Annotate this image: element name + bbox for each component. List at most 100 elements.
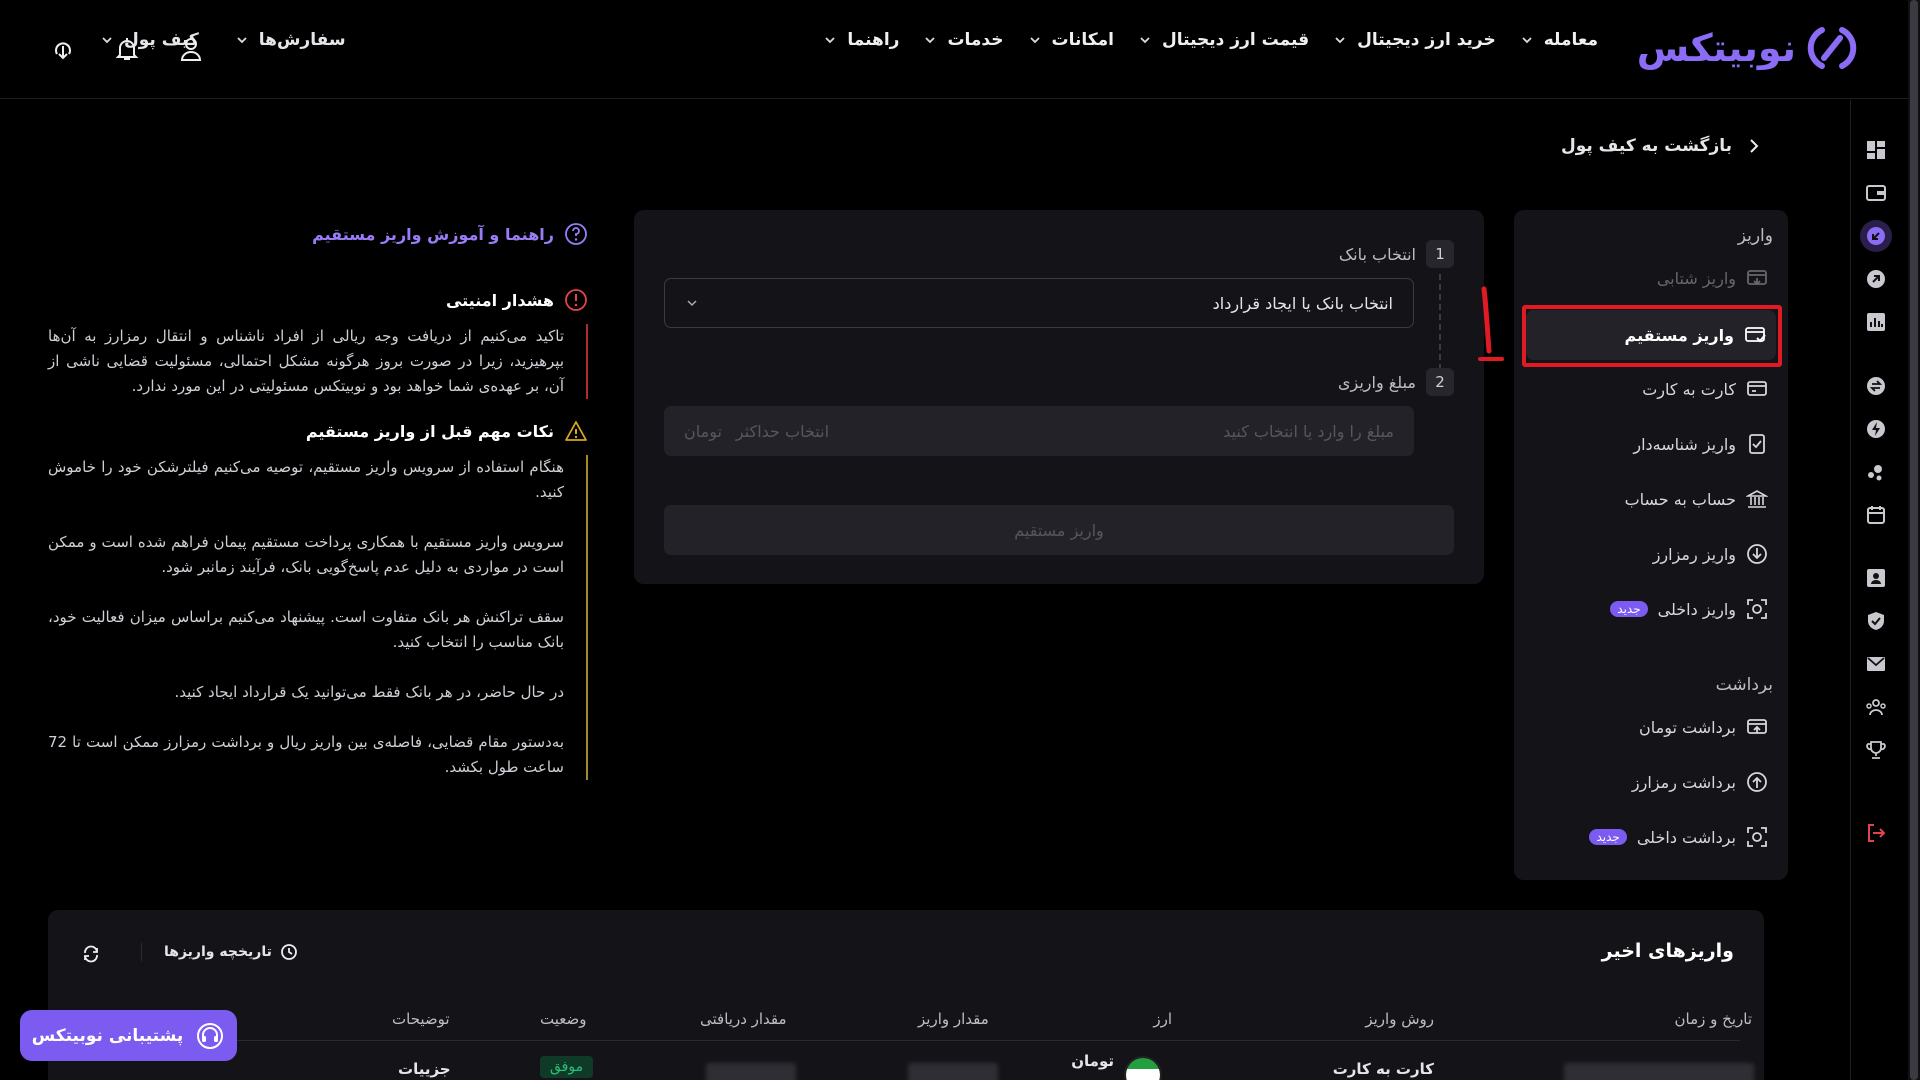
- trophy-icon[interactable]: [1860, 734, 1892, 766]
- redacted-amount: [908, 1063, 998, 1080]
- redacted-received: [706, 1063, 796, 1080]
- card-out-icon: [1747, 719, 1767, 734]
- direct-deposit-submit-button[interactable]: واریز مستقیم: [664, 505, 1454, 555]
- id-check-icon: [1749, 434, 1765, 454]
- security-paragraph: تاکید می‌کنیم از دریافت وجه ریالی از افر…: [48, 327, 564, 395]
- alert-circle-icon: [565, 289, 587, 311]
- select-max-button[interactable]: انتخاب حداکثر: [736, 422, 829, 441]
- menu-item-label: برداشت داخلی: [1636, 827, 1736, 847]
- dashboard-icon[interactable]: [1860, 134, 1892, 166]
- table-divider: [72, 1040, 1740, 1041]
- nav-help[interactable]: راهنما: [823, 30, 899, 50]
- deposit-heading: واریز: [1737, 226, 1773, 246]
- support-chat-button[interactable]: پشتیبانی نوبیتکس: [20, 1010, 237, 1061]
- tip-item: سقف تراکنش هر بانک متفاوت است. پیشنهاد م…: [48, 608, 564, 651]
- scan-icon: [1747, 827, 1767, 847]
- step-label: مبلغ واریزی: [1338, 372, 1416, 392]
- download-circle-icon: [1747, 544, 1767, 564]
- menu-item-id-deposit[interactable]: واریز شناسه‌دار: [1633, 433, 1768, 455]
- bank-select-value: انتخاب بانک یا ایجاد قرارداد: [1212, 293, 1393, 313]
- menu-item-crypto-withdraw[interactable]: برداشت رمزارز: [1632, 771, 1768, 793]
- nobitex-logo-icon: [1807, 27, 1857, 69]
- amount-unit-group: انتخاب حداکثر تومان: [684, 422, 829, 441]
- col-currency: ارز: [1153, 1010, 1172, 1028]
- menu-item-crypto-deposit[interactable]: واریز رمزارز: [1653, 543, 1768, 565]
- nav-buy-crypto[interactable]: خرید ارز دیجیتال: [1333, 30, 1496, 50]
- menu-item-card-to-card[interactable]: کارت به کارت: [1642, 378, 1768, 400]
- security-warning-title: هشدار امنیتی: [446, 288, 588, 312]
- menu-item-label: کارت به کارت: [1642, 379, 1736, 399]
- chart-icon[interactable]: [1860, 306, 1892, 338]
- tips-title-text: نکات مهم قبل از واریز مستقیم: [305, 421, 554, 441]
- page-scrollbar[interactable]: [1908, 0, 1920, 1080]
- deposit-history-button[interactable]: تاریخچه واریزها: [141, 943, 298, 961]
- nav-trade-label: معامله: [1543, 30, 1598, 50]
- currency-unit: تومان: [684, 421, 722, 441]
- highlight-annotation-box: [1522, 305, 1782, 367]
- row-currency: تومان: [1071, 1052, 1114, 1070]
- step-label: انتخاب بانک: [1338, 244, 1416, 264]
- chevron-down-icon: [1522, 37, 1532, 44]
- step-amount: 2 مبلغ واریزی: [1338, 368, 1454, 396]
- chevron-down-icon: [1335, 37, 1345, 44]
- referral-icon[interactable]: [1860, 691, 1892, 723]
- download-app-icon[interactable]: [48, 34, 78, 64]
- iran-flag-icon: [1124, 1056, 1162, 1080]
- top-icons: [48, 34, 206, 64]
- nav-orders[interactable]: سفارش‌ها: [235, 30, 346, 50]
- amount-input[interactable]: [1134, 421, 1394, 441]
- bell-icon[interactable]: [112, 34, 142, 64]
- tip-item: سرویس واریز مستقیم با همکاری پرداخت مستق…: [48, 533, 564, 576]
- scrollbar-thumb[interactable]: [1910, 0, 1918, 1080]
- brand-logo[interactable]: نوبیتکس: [1637, 22, 1858, 74]
- help-circle-icon: [565, 223, 587, 245]
- redacted-datetime: [1564, 1063, 1754, 1080]
- wallet-icon[interactable]: [1860, 177, 1892, 209]
- recent-deposits: واریزهای اخیر تاریخچه واریزها تاریخ و زم…: [48, 910, 1764, 1080]
- menu-item-instant-deposit[interactable]: واریز شتابی: [1657, 267, 1768, 289]
- exchange-icon[interactable]: [1860, 370, 1892, 402]
- bank-icon: [1746, 490, 1768, 508]
- refresh-icon[interactable]: [81, 944, 101, 964]
- mail-icon[interactable]: [1860, 648, 1892, 680]
- calendar-icon[interactable]: [1860, 499, 1892, 531]
- menu-item-label: واریز شتابی: [1656, 268, 1736, 288]
- amount-field[interactable]: انتخاب حداکثر تومان: [664, 406, 1414, 456]
- upload-circle-icon: [1747, 772, 1767, 792]
- user-icon[interactable]: [176, 34, 206, 64]
- tips-title: نکات مهم قبل از واریز مستقیم: [306, 419, 588, 443]
- staking-icon[interactable]: [1860, 456, 1892, 488]
- nav-trade[interactable]: معامله: [1520, 30, 1598, 50]
- security-warning-text: تاکید می‌کنیم از دریافت وجه ریالی از افر…: [48, 324, 588, 399]
- deposit-icon[interactable]: [1860, 220, 1892, 252]
- nav-crypto-price[interactable]: قیمت ارز دیجیتال: [1138, 30, 1309, 50]
- chevron-down-icon: [925, 37, 936, 44]
- menu-item-label: برداشت رمزارز: [1631, 772, 1736, 792]
- menu-item-label: برداشت تومان: [1639, 717, 1736, 737]
- menu-item-account-to-account[interactable]: حساب به حساب: [1625, 488, 1768, 510]
- tip-item: در حال حاضر، در هر بانک فقط می‌توانید یک…: [174, 683, 564, 701]
- profile-icon[interactable]: [1860, 562, 1892, 594]
- menu-item-label: واریز رمزارز: [1652, 544, 1736, 564]
- details-link[interactable]: جزییات: [398, 1060, 451, 1078]
- col-received: مقدار دریافتی: [700, 1010, 787, 1028]
- bank-select[interactable]: انتخاب بانک یا ایجاد قرارداد: [664, 278, 1414, 328]
- nav-services[interactable]: خدمات: [923, 30, 1004, 50]
- warning-triangle-icon: [565, 421, 587, 441]
- logout-icon[interactable]: [1860, 817, 1892, 849]
- menu-item-toman-withdraw[interactable]: برداشت تومان: [1639, 716, 1768, 738]
- menu-item-internal-withdraw[interactable]: برداشت داخلی جدید: [1589, 826, 1768, 848]
- card-transfer-icon: [1747, 381, 1767, 396]
- menu-item-internal-deposit[interactable]: واریز داخلی جدید: [1610, 598, 1768, 620]
- top-bar: نوبیتکس معامله خرید ارز دیجیتال قیمت ارز…: [0, 0, 1908, 99]
- row-method: کارت به کارت: [1332, 1060, 1434, 1078]
- back-to-wallet-link[interactable]: بازگشت به کیف پول: [1561, 136, 1762, 156]
- chevron-down-icon: [687, 300, 697, 307]
- brand-name: نوبیتکس: [1636, 26, 1797, 70]
- col-details: توضیحات: [392, 1010, 450, 1028]
- direct-deposit-guide-link[interactable]: راهنما و آموزش واریز مستقیم: [312, 222, 588, 246]
- withdraw-icon[interactable]: [1860, 263, 1892, 295]
- lightning-icon[interactable]: [1860, 413, 1892, 445]
- nav-features[interactable]: امکانات: [1028, 30, 1114, 50]
- security-shield-icon[interactable]: [1860, 605, 1892, 637]
